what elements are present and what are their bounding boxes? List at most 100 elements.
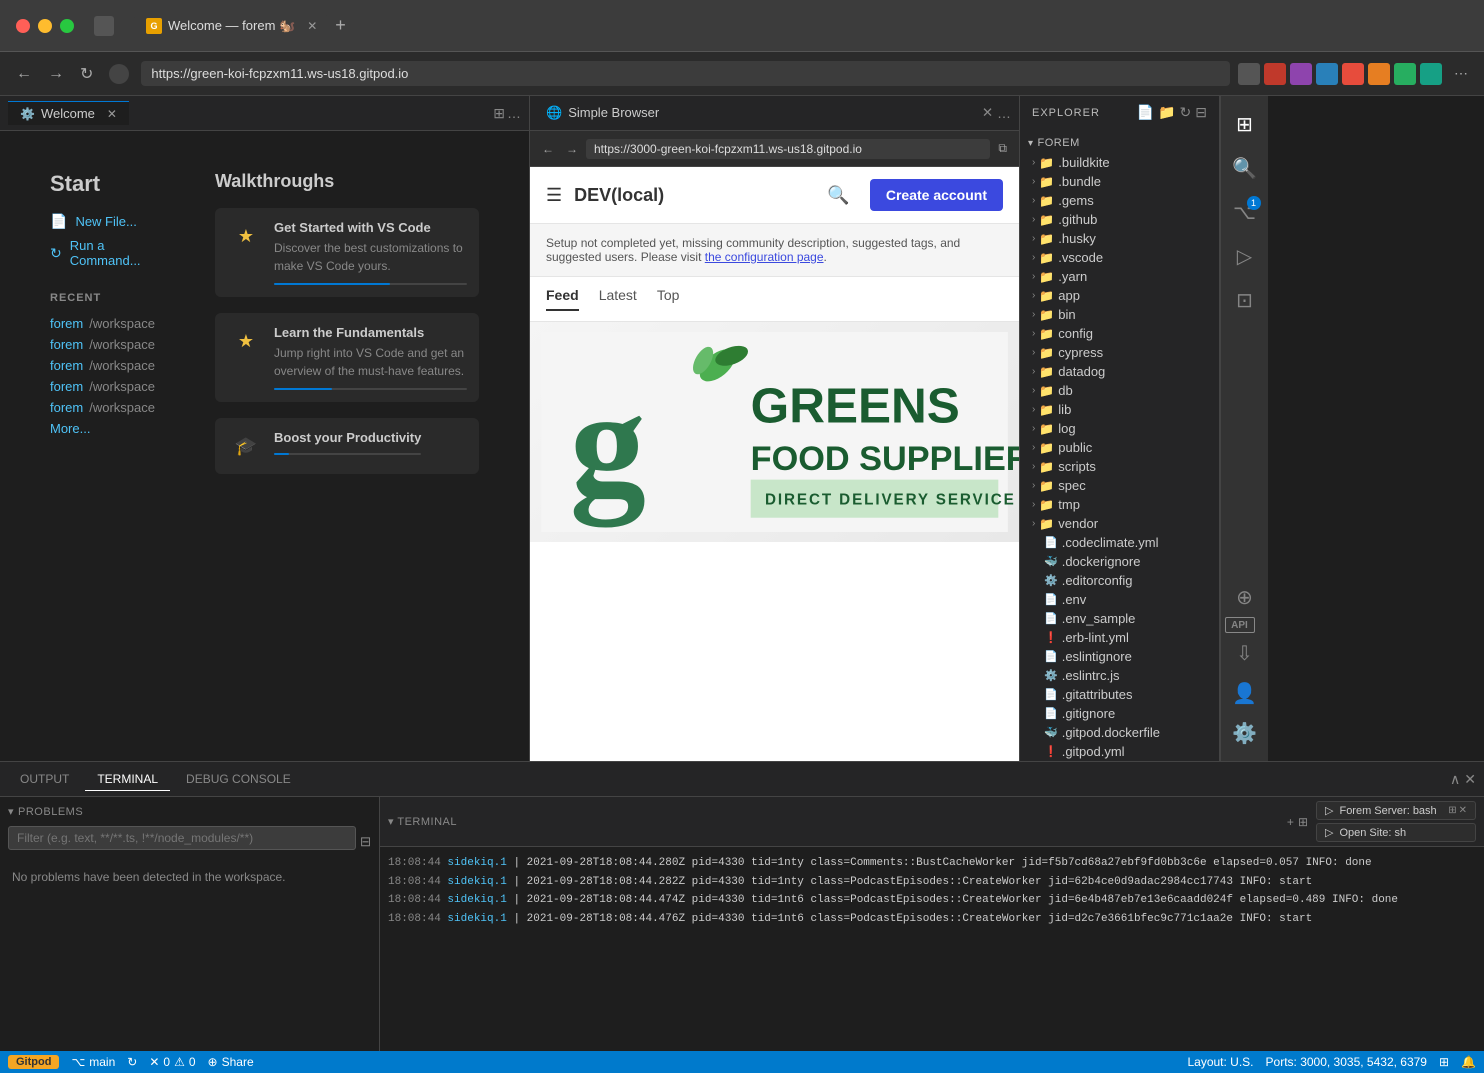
new-file-button[interactable]: 📄 [1137,104,1154,121]
file-gitignore[interactable]: 📄.gitignore [1020,704,1219,723]
file-eslintrc[interactable]: ⚙️.eslintrc.js [1020,666,1219,685]
branch-item[interactable]: ⌥ main [71,1055,115,1069]
forem-section[interactable]: ▾ FOREM [1020,133,1219,153]
config-page-link[interactable]: the configuration page [705,250,824,264]
debug-console-tab[interactable]: DEBUG CONSOLE [174,768,303,790]
folder-husky[interactable]: ›📁.husky [1020,229,1219,248]
forward-button[interactable]: → [44,61,68,87]
back-button[interactable]: ← [12,61,36,87]
file-codeclimate[interactable]: 📄.codeclimate.yml [1020,533,1219,552]
walkthrough-item-1[interactable]: ★ Learn the Fundamentals Jump right into… [215,313,479,402]
minimize-button[interactable] [38,19,52,33]
debug-icon[interactable]: ▷ [1225,236,1265,276]
folder-app[interactable]: ›📁app [1020,286,1219,305]
hamburger-icon[interactable]: ☰ [546,185,562,206]
folder-vscode[interactable]: ›📁.vscode [1020,248,1219,267]
file-gitattributes[interactable]: 📄.gitattributes [1020,685,1219,704]
terminal-split-button[interactable]: ⊞ [1298,815,1308,829]
maximize-button[interactable] [60,19,74,33]
folder-bin[interactable]: ›📁bin [1020,305,1219,324]
feed-tab-latest[interactable]: Latest [599,287,637,311]
folder-lib[interactable]: ›📁lib [1020,400,1219,419]
terminal-session-0[interactable]: ▷ Forem Server: bash ⊞ ✕ [1316,801,1476,820]
panel-close-button[interactable]: ✕ [1464,771,1476,788]
more-actions-button[interactable]: … [507,105,521,121]
api-icon[interactable]: API [1225,617,1255,633]
sync-item[interactable]: ↻ [127,1055,137,1069]
folder-vendor[interactable]: ›📁vendor [1020,514,1219,533]
new-file-link[interactable]: 📄 New File... [50,213,155,230]
reload-button[interactable]: ↻ [76,60,97,88]
new-folder-button[interactable]: 📁 [1158,104,1175,121]
session-split-0[interactable]: ⊞ [1448,805,1456,816]
terminal-session-1[interactable]: ▷ Open Site: sh [1316,823,1476,842]
folder-yarn[interactable]: ›📁.yarn [1020,267,1219,286]
browser-panel-more[interactable]: … [997,105,1011,121]
folder-db[interactable]: ›📁db [1020,381,1219,400]
walkthrough-item-2[interactable]: 🎓 Boost your Productivity [215,418,479,474]
file-eslintignore[interactable]: 📄.eslintignore [1020,647,1219,666]
browser-panel-close[interactable]: ✕ [982,105,993,121]
notifications-icon[interactable]: 🔔 [1461,1055,1476,1069]
browser-url-field[interactable] [586,139,990,159]
file-env-sample[interactable]: 📄.env_sample [1020,609,1219,628]
browser-back-button[interactable]: ← [538,140,558,158]
account-icon[interactable]: 👤 [1225,673,1265,713]
browser-forward-button[interactable]: → [562,140,582,158]
search-activity-icon[interactable]: 🔍 [1225,148,1265,188]
welcome-tab[interactable]: ⚙️ Welcome ✕ [8,101,129,125]
feed-tab-feed[interactable]: Feed [546,287,579,311]
folder-buildkite[interactable]: ›📁.buildkite [1020,153,1219,172]
session-close-0[interactable]: ✕ [1459,805,1467,816]
folder-log[interactable]: ›📁log [1020,419,1219,438]
more-options-button[interactable]: ⋯ [1450,61,1472,86]
remote-icon[interactable]: ⊕ [1225,577,1265,617]
folder-bundle[interactable]: ›📁.bundle [1020,172,1219,191]
search-icon[interactable]: 🔍 [827,185,849,206]
filter-button[interactable]: ⊟ [360,834,371,850]
download-icon[interactable]: ⇩ [1225,633,1265,673]
close-button[interactable] [16,19,30,33]
panel-icon[interactable]: ⊞ [1439,1055,1449,1069]
folder-datadog[interactable]: ›📁datadog [1020,362,1219,381]
folder-scripts[interactable]: ›📁scripts [1020,457,1219,476]
file-editorconfig[interactable]: ⚙️.editorconfig [1020,571,1219,590]
new-tab-button[interactable]: + [329,13,352,38]
share-item[interactable]: ⊕ Share [208,1055,254,1069]
ports-item[interactable]: Ports: 3000, 3035, 5432, 6379 [1266,1055,1427,1069]
folder-cypress[interactable]: ›📁cypress [1020,343,1219,362]
gitpod-button[interactable]: Gitpod [8,1055,59,1069]
file-gitpod-dockerfile[interactable]: 🐳.gitpod.dockerfile [1020,723,1219,742]
refresh-button[interactable]: ↻ [1180,104,1192,121]
active-tab[interactable]: G Welcome — forem 🐿️ ✕ [134,14,329,38]
folder-tmp[interactable]: ›📁tmp [1020,495,1219,514]
file-gitpod-yml[interactable]: ❗.gitpod.yml [1020,742,1219,761]
errors-item[interactable]: ✕ 0 ⚠ 0 [149,1055,195,1069]
walkthrough-item-0[interactable]: ★ Get Started with VS Code Discover the … [215,208,479,297]
folder-github[interactable]: ›📁.github [1020,210,1219,229]
url-input[interactable] [141,61,1230,86]
split-editor-button[interactable]: ⊞ [493,105,505,122]
run-command-link[interactable]: ↻ Run a Command... [50,238,155,268]
folder-spec[interactable]: ›📁spec [1020,476,1219,495]
folder-gems[interactable]: ›📁.gems [1020,191,1219,210]
terminal-add-button[interactable]: + [1287,815,1294,829]
output-tab[interactable]: OUTPUT [8,768,81,790]
panel-collapse-button[interactable]: ∧ [1450,771,1460,788]
tab-close-button[interactable]: ✕ [307,19,317,33]
folder-public[interactable]: ›📁public [1020,438,1219,457]
problems-filter-input[interactable] [8,826,356,850]
more-link[interactable]: More... [50,421,90,436]
file-env[interactable]: 📄.env [1020,590,1219,609]
folder-config[interactable]: ›📁config [1020,324,1219,343]
source-control-icon[interactable]: ⌥ 1 [1225,192,1265,232]
create-account-button[interactable]: Create account [870,179,1003,211]
settings-icon[interactable]: ⚙️ [1225,713,1265,753]
files-icon[interactable]: ⊞ [1225,104,1265,144]
browser-open-external[interactable]: ⧉ [994,139,1011,158]
welcome-tab-close[interactable]: ✕ [107,107,117,121]
terminal-tab[interactable]: TERMINAL [85,768,170,791]
file-dockerignore[interactable]: 🐳.dockerignore [1020,552,1219,571]
feed-tab-top[interactable]: Top [657,287,680,311]
collapse-all-button[interactable]: ⊟ [1195,104,1207,121]
